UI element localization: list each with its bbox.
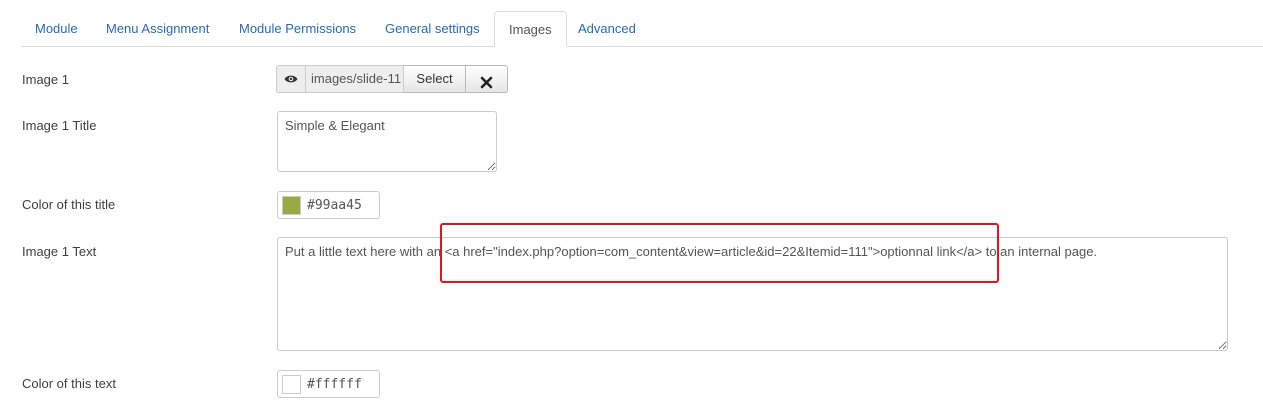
image1-title-label: Image 1 Title (22, 118, 97, 133)
tab-general-settings[interactable]: General settings (371, 11, 494, 46)
image1-path-input[interactable]: images/slide-11 (306, 65, 404, 93)
tab-advanced[interactable]: Advanced (564, 11, 650, 46)
image1-clear-button[interactable] (466, 65, 508, 93)
text-color-field[interactable]: #ffffff (277, 370, 380, 398)
tab-module-permissions[interactable]: Module Permissions (225, 11, 370, 46)
image1-label: Image 1 (22, 72, 69, 87)
x-icon (480, 72, 493, 98)
tab-module[interactable]: Module (21, 11, 92, 46)
title-color-value: #99aa45 (307, 197, 362, 213)
tab-menu-assignment[interactable]: Menu Assignment (92, 11, 223, 46)
title-color-label: Color of this title (22, 197, 116, 212)
image1-select-button[interactable]: Select (404, 65, 466, 93)
image1-title-textarea[interactable]: Simple & Elegant (277, 111, 497, 172)
text-color-value: #ffffff (307, 376, 362, 392)
image1-media-field: images/slide-11 Select (276, 65, 508, 93)
image1-text-label: Image 1 Text (22, 244, 97, 259)
text-color-label: Color of this text (22, 376, 116, 391)
text-color-swatch[interactable] (282, 374, 301, 394)
image1-text-textarea[interactable]: Put a little text here with an <a href="… (277, 237, 1228, 351)
title-color-swatch[interactable] (282, 195, 301, 215)
tab-bar: Module Menu Assignment Module Permission… (21, 11, 1263, 47)
title-color-field[interactable]: #99aa45 (277, 191, 380, 219)
tab-images[interactable]: Images (494, 11, 567, 47)
eye-icon[interactable] (276, 65, 306, 93)
